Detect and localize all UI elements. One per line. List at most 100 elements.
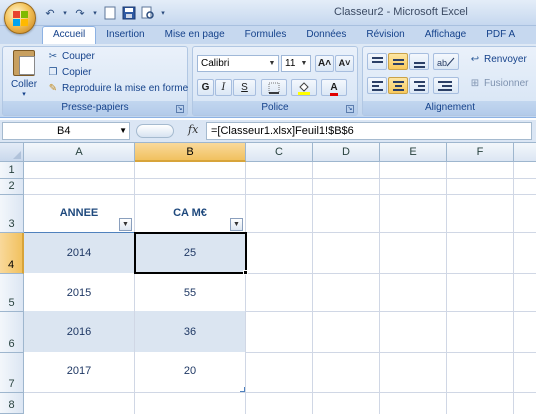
row-number: 7 (8, 378, 15, 390)
filter-dropdown-icon[interactable]: ▼ (119, 218, 132, 231)
undo-dropdown-icon[interactable]: ▾ (61, 5, 69, 21)
table-cell-ca[interactable]: 55 (135, 287, 245, 299)
svg-text:ab: ab (437, 58, 447, 68)
grow-font-button[interactable]: A˄ (315, 55, 334, 72)
table-cell-ca[interactable]: 36 (135, 326, 245, 338)
borders-icon (268, 82, 280, 94)
orientation-icon: ab (437, 57, 455, 68)
row-header-7[interactable]: 7 (0, 353, 24, 393)
formula-bar-splitter[interactable] (136, 124, 174, 138)
filter-dropdown-icon[interactable]: ▼ (230, 218, 243, 231)
office-button[interactable] (4, 2, 36, 34)
table-header-ca[interactable]: CA M€ (135, 207, 245, 219)
gridline (513, 162, 514, 414)
save-icon[interactable] (121, 5, 137, 21)
column-header-d[interactable]: D (313, 143, 380, 162)
undo-icon[interactable]: ↶ (42, 5, 58, 21)
formula-bar: B4 ▼ fx =[Classeur1.xlsx]Feuil1!$B$6 (0, 120, 536, 143)
font-color-button[interactable]: A (321, 79, 347, 96)
indent-button[interactable] (433, 77, 459, 94)
row-number: 1 (8, 164, 15, 176)
name-box[interactable]: B4 ▼ (2, 122, 130, 140)
fill-color-button[interactable] (291, 79, 317, 96)
fill-handle[interactable] (243, 270, 248, 275)
wrap-text-button[interactable]: ↩ Renvoyer (469, 54, 527, 65)
customize-toolbar-icon[interactable]: ▾ (159, 5, 167, 21)
align-center-button[interactable] (388, 77, 408, 94)
active-cell-b4[interactable] (134, 232, 247, 274)
orientation-button[interactable]: ab (433, 53, 459, 70)
paste-button[interactable]: Coller ▾ (7, 50, 41, 102)
paint-bucket-icon (298, 82, 310, 95)
font-launcher-icon[interactable]: ↘ (346, 105, 354, 113)
row-header-1[interactable]: 1 (0, 162, 24, 179)
paste-dropdown-icon: ▾ (22, 91, 26, 98)
copy-button[interactable]: ❐ Copier (47, 67, 92, 78)
row-header-6[interactable]: 6 (0, 312, 24, 353)
format-painter-label: Reproduire la mise en forme (62, 83, 189, 94)
column-header-a[interactable]: A (24, 143, 135, 162)
align-left-button[interactable] (367, 77, 387, 94)
tab-affichage[interactable]: Affichage (415, 27, 477, 44)
borders-button[interactable] (261, 79, 287, 96)
tab-pdf[interactable]: PDF A (476, 27, 525, 44)
merge-button[interactable]: ⊞ Fusionner (469, 78, 529, 89)
tab-donnees[interactable]: Données (296, 27, 356, 44)
row-header-8[interactable]: 8 (0, 393, 24, 414)
column-header-e[interactable]: E (380, 143, 447, 162)
underline-button[interactable]: S (233, 79, 256, 96)
column-header-f[interactable]: F (447, 143, 514, 162)
row-header-5[interactable]: 5 (0, 274, 24, 312)
chevron-down-icon: ▼ (268, 60, 276, 67)
font-name-select[interactable]: Calibri ▼ (197, 55, 279, 72)
row-header-3[interactable]: 3 (0, 195, 24, 233)
row-number: 2 (8, 180, 15, 192)
font-name-value: Calibri (201, 58, 230, 69)
align-middle-button[interactable] (388, 53, 408, 70)
new-file-icon[interactable] (102, 5, 118, 21)
insert-function-icon[interactable]: fx (188, 123, 198, 136)
redo-icon[interactable]: ↷ (72, 5, 88, 21)
format-painter-button[interactable]: ✎ Reproduire la mise en forme (47, 83, 188, 94)
tab-accueil[interactable]: Accueil (42, 26, 97, 44)
row-header-4[interactable]: 4 (0, 233, 24, 274)
table-cell-annee[interactable]: 2016 (24, 326, 134, 338)
tab-mise-en-page[interactable]: Mise en page (155, 27, 235, 44)
column-header-c[interactable]: C (246, 143, 313, 162)
table-header-annee[interactable]: ANNEE (24, 207, 134, 219)
tab-insertion[interactable]: Insertion (96, 27, 154, 44)
cut-button[interactable]: ✂ Couper (47, 51, 95, 62)
font-size-select[interactable]: 11 ▼ (281, 55, 311, 72)
table-cell-annee[interactable]: 2017 (24, 365, 134, 377)
tab-revision[interactable]: Révision (356, 27, 414, 44)
formula-input[interactable]: =[Classeur1.xlsx]Feuil1!$B$6 (206, 122, 532, 140)
column-header-g[interactable] (514, 143, 536, 162)
office-logo-icon (13, 11, 28, 26)
bold-button[interactable]: G (197, 79, 214, 96)
align-top-button[interactable] (367, 53, 387, 70)
align-right-button[interactable] (409, 77, 429, 94)
gridline (379, 162, 380, 414)
print-preview-icon[interactable] (140, 5, 156, 21)
table-cell-annee[interactable]: 2014 (24, 247, 134, 259)
redo-dropdown-icon[interactable]: ▾ (91, 5, 99, 21)
italic-button[interactable]: I (215, 79, 232, 96)
table-resize-handle[interactable] (240, 387, 245, 392)
alignment-group: ab ↩ Renvoyer ⊞ Fusionner Alignement (362, 46, 536, 116)
merge-icon: ⊞ (470, 78, 480, 89)
scissors-icon: ✂ (48, 51, 58, 62)
column-header-b[interactable]: B (135, 143, 246, 162)
select-all-button[interactable] (0, 143, 24, 162)
gridline (446, 162, 447, 414)
copy-label: Copier (62, 67, 92, 78)
paste-icon (13, 50, 35, 76)
table-cell-ca[interactable]: 20 (135, 365, 245, 377)
tab-formules[interactable]: Formules (235, 27, 297, 44)
row-header-2[interactable]: 2 (0, 179, 24, 195)
shrink-font-button[interactable]: A˅ (335, 55, 354, 72)
clipboard-group: Coller ▾ ✂ Couper ❐ Copier ✎ Reproduire … (2, 46, 188, 116)
align-bottom-button[interactable] (409, 53, 429, 70)
clipboard-launcher-icon[interactable]: ↘ (176, 105, 184, 113)
table-cell-annee[interactable]: 2015 (24, 287, 134, 299)
clipboard-group-label: Presse-papiers (3, 101, 187, 115)
